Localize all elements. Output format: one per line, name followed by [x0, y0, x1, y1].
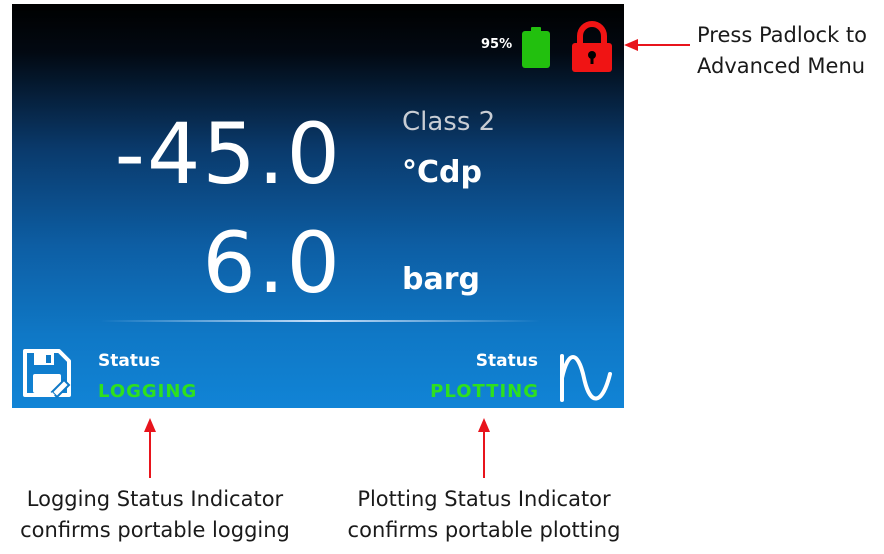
class-label: Class 2 — [402, 107, 496, 137]
padlock-annotation-line-2: Advanced Menu — [697, 54, 866, 78]
padlock-arrow — [624, 39, 690, 51]
padlock-annotation-line-1: Press Padlock to — [697, 23, 868, 47]
waveform-icon[interactable] — [558, 348, 614, 402]
logging-status-value: LOGGING — [98, 381, 198, 402]
battery-icon — [522, 27, 550, 68]
padlock-icon[interactable] — [570, 21, 614, 73]
plotting-annotation-line-1: Plotting Status Indicator — [357, 487, 611, 511]
device-screen: 95% -45.0 Class 2 °Cdp 6.0 barg Status L… — [12, 4, 624, 408]
divider — [100, 320, 540, 322]
logging-arrow — [144, 418, 156, 478]
logging-annotation-line-1: Logging Status Indicator — [26, 487, 284, 511]
pressure-value: 6.0 — [202, 214, 342, 312]
logging-annotation: Logging Status Indicator confirms portab… — [10, 484, 300, 546]
logging-status-label: Status — [98, 351, 161, 371]
logging-annotation-line-2: confirms portable logging — [20, 518, 290, 542]
plotting-status-label: Status — [475, 351, 538, 371]
floppy-disk-icon[interactable] — [22, 348, 72, 398]
plotting-annotation-line-2: confirms portable plotting — [347, 518, 621, 542]
pressure-unit: barg — [402, 262, 480, 297]
plotting-arrow — [478, 418, 490, 478]
padlock-annotation: Press Padlock to Advanced Menu — [697, 20, 883, 82]
dewpoint-value: -45.0 — [114, 105, 342, 203]
plotting-status-value: PLOTTING — [430, 381, 539, 402]
dewpoint-unit: °Cdp — [402, 155, 482, 190]
battery-percentage: 95% — [481, 37, 513, 52]
plotting-annotation: Plotting Status Indicator confirms porta… — [336, 484, 632, 546]
